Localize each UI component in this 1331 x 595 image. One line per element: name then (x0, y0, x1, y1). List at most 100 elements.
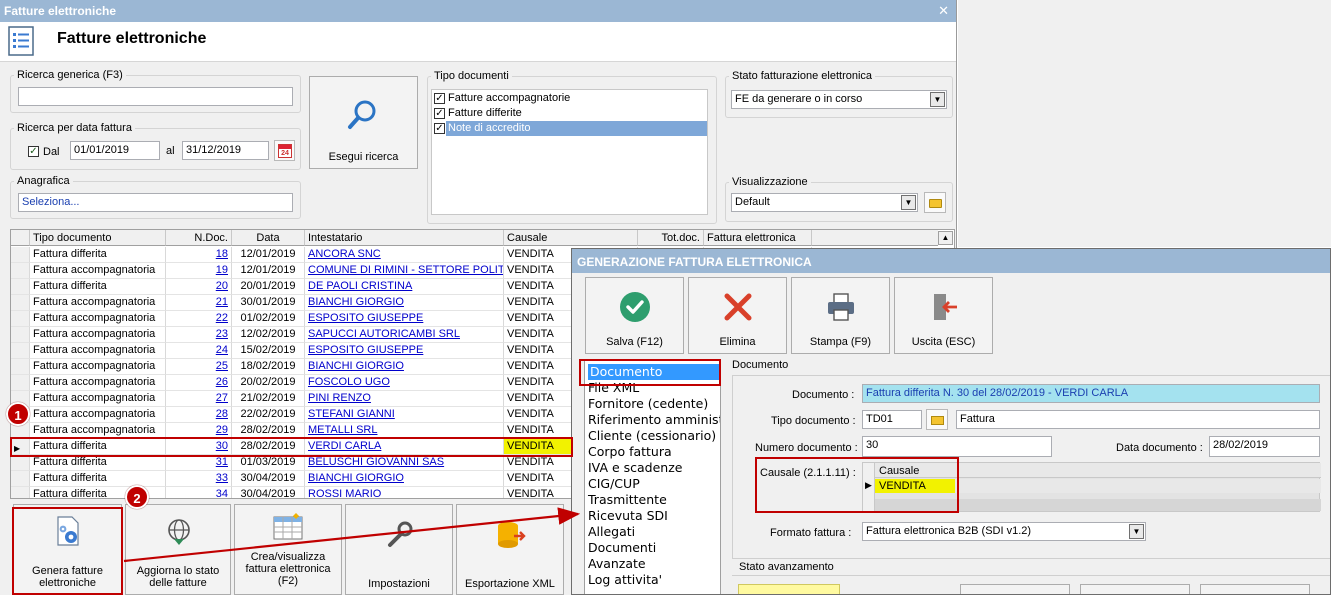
table-cell[interactable]: 19 (166, 263, 232, 279)
row-indicator[interactable] (11, 455, 30, 471)
formato-fattura-select[interactable]: Fattura elettronica B2B (SDI v1.2) (862, 522, 1146, 541)
table-cell[interactable]: 23 (166, 327, 232, 343)
nav-item[interactable]: IVA e scadenze (588, 460, 682, 476)
column-header-totdoc[interactable]: Tot.doc. (638, 230, 704, 246)
impostazioni-button[interactable]: Impostazioni (345, 504, 453, 595)
table-cell[interactable]: BELUSCHI GIOVANNI SAS (305, 455, 504, 471)
table-cell[interactable]: COMUNE DI RIMINI - SETTORE POLIT... (305, 263, 504, 279)
row-indicator[interactable] (11, 295, 30, 311)
scroll-up-icon[interactable]: ▲ (938, 231, 953, 245)
tipo-item-checkbox[interactable]: ✓ (434, 123, 445, 134)
row-indicator[interactable] (11, 279, 30, 295)
nav-item[interactable]: Corpo fattura (588, 444, 672, 460)
tipo-item-checkbox[interactable]: ✓ (434, 93, 445, 104)
chevron-down-icon[interactable]: ▼ (1129, 524, 1144, 539)
table-cell[interactable]: BIANCHI GIORGIO (305, 295, 504, 311)
dal-checkbox[interactable]: ✓ (28, 146, 39, 157)
column-header-fe[interactable]: Fattura elettronica (704, 230, 812, 246)
table-cell[interactable]: 31 (166, 455, 232, 471)
table-cell[interactable]: 33 (166, 471, 232, 487)
table-cell[interactable]: PINI RENZO (305, 391, 504, 407)
row-indicator[interactable]: ▶ (11, 439, 30, 455)
table-cell[interactable]: VERDI CARLA (305, 439, 504, 455)
row-indicator[interactable] (11, 359, 30, 375)
stato-button-3[interactable] (1200, 584, 1310, 594)
column-header-ndoc[interactable]: N.Doc. (166, 230, 232, 246)
table-cell[interactable]: 29 (166, 423, 232, 439)
table-cell[interactable]: SAPUCCI AUTORICAMBI SRL (305, 327, 504, 343)
column-header-data[interactable]: Data (232, 230, 305, 246)
esportazione-xml-button[interactable]: Esportazione XML (456, 504, 564, 595)
table-cell[interactable]: ROSSI MARIO (305, 487, 504, 498)
row-indicator[interactable] (11, 343, 30, 359)
chevron-down-icon[interactable]: ▼ (930, 92, 945, 107)
table-cell[interactable]: STEFANI GIANNI (305, 407, 504, 423)
nav-item[interactable]: Ricevuta SDI (588, 508, 668, 524)
tipo-item-note-accredito[interactable]: ✓ Note di accredito (432, 121, 707, 136)
column-header-intestatario[interactable]: Intestatario (305, 230, 504, 246)
crea-visualizza-button[interactable]: Crea/visualizza fattura elettronica (F2) (234, 504, 342, 595)
row-indicator[interactable] (11, 471, 30, 487)
table-cell[interactable]: 24 (166, 343, 232, 359)
documento-field[interactable]: Fattura differita N. 30 del 28/02/2019 -… (862, 384, 1320, 403)
nav-item[interactable]: Riferimento amministra (588, 412, 720, 428)
date-to-input[interactable]: 31/12/2019 (182, 141, 269, 160)
generic-search-input[interactable] (18, 87, 293, 106)
table-cell[interactable]: FOSCOLO UGO (305, 375, 504, 391)
row-indicator[interactable] (11, 375, 30, 391)
chevron-down-icon[interactable]: ▼ (901, 195, 916, 210)
causale-row[interactable]: VENDITA (875, 479, 1321, 493)
stampa-button[interactable]: Stampa (F9) (791, 277, 890, 354)
table-cell[interactable]: 28 (166, 407, 232, 423)
row-indicator[interactable] (11, 247, 30, 263)
uscita-button[interactable]: Uscita (ESC) (894, 277, 993, 354)
table-cell[interactable]: 21 (166, 295, 232, 311)
nav-item[interactable]: Allegati (588, 524, 635, 540)
stato-fe-select[interactable]: FE da generare o in corso (731, 90, 947, 109)
table-cell[interactable]: 18 (166, 247, 232, 263)
nav-item[interactable]: Fornitore (cedente) (588, 396, 708, 412)
data-documento-input[interactable]: 28/02/2019 (1209, 436, 1320, 457)
elimina-button[interactable]: Elimina (688, 277, 787, 354)
table-cell[interactable]: ESPOSITO GIUSEPPE (305, 311, 504, 327)
table-cell[interactable]: METALLI SRL (305, 423, 504, 439)
salva-button[interactable]: Salva (F12) (585, 277, 684, 354)
folder-icon[interactable] (924, 192, 946, 213)
table-cell[interactable]: 34 (166, 487, 232, 498)
row-indicator[interactable] (11, 311, 30, 327)
table-cell[interactable]: 30 (166, 439, 232, 455)
numero-documento-input[interactable]: 30 (862, 436, 1052, 457)
date-from-input[interactable]: 01/01/2019 (70, 141, 160, 160)
table-cell[interactable]: ESPOSITO GIUSEPPE (305, 343, 504, 359)
anagrafica-input[interactable]: Seleziona... (18, 193, 293, 212)
column-header-tipo[interactable]: Tipo documento (30, 230, 166, 246)
visualizzazione-select[interactable]: Default (731, 193, 918, 212)
nav-item[interactable]: Trasmittente (588, 492, 667, 508)
nav-item[interactable]: Avanzate (588, 556, 646, 572)
aggiorna-stato-button[interactable]: Aggiorna lo stato delle fatture (125, 504, 231, 595)
row-indicator[interactable] (11, 487, 30, 498)
tipo-item-differite[interactable]: ✓ Fatture differite (432, 106, 707, 121)
nav-item[interactable]: File XML (588, 380, 639, 396)
nav-item[interactable]: Cliente (cessionario) (588, 428, 716, 444)
table-cell[interactable]: 22 (166, 311, 232, 327)
stato-button-2[interactable] (1080, 584, 1190, 594)
nav-item[interactable]: CIG/CUP (588, 476, 640, 492)
row-indicator[interactable] (11, 327, 30, 343)
table-cell[interactable]: 25 (166, 359, 232, 375)
causale-scrollbar[interactable] (875, 499, 1321, 511)
nav-item[interactable]: Log attivita' (588, 572, 662, 588)
table-cell[interactable]: BIANCHI GIORGIO (305, 471, 504, 487)
table-cell[interactable]: ANCORA SNC (305, 247, 504, 263)
nav-item[interactable]: Documenti (588, 540, 656, 556)
nav-item[interactable]: Documento (588, 364, 719, 380)
table-cell[interactable]: 20 (166, 279, 232, 295)
tipo-documento-code[interactable]: TD01 (862, 410, 922, 429)
table-cell[interactable]: DE PAOLI CRISTINA (305, 279, 504, 295)
tipo-item-checkbox[interactable]: ✓ (434, 108, 445, 119)
row-indicator[interactable] (11, 263, 30, 279)
close-icon[interactable]: ✕ (938, 3, 949, 19)
stato-button-1[interactable] (960, 584, 1070, 594)
tipo-item-accompagnatorie[interactable]: ✓ Fatture accompagnatorie (432, 91, 707, 106)
folder-icon[interactable] (926, 409, 948, 430)
